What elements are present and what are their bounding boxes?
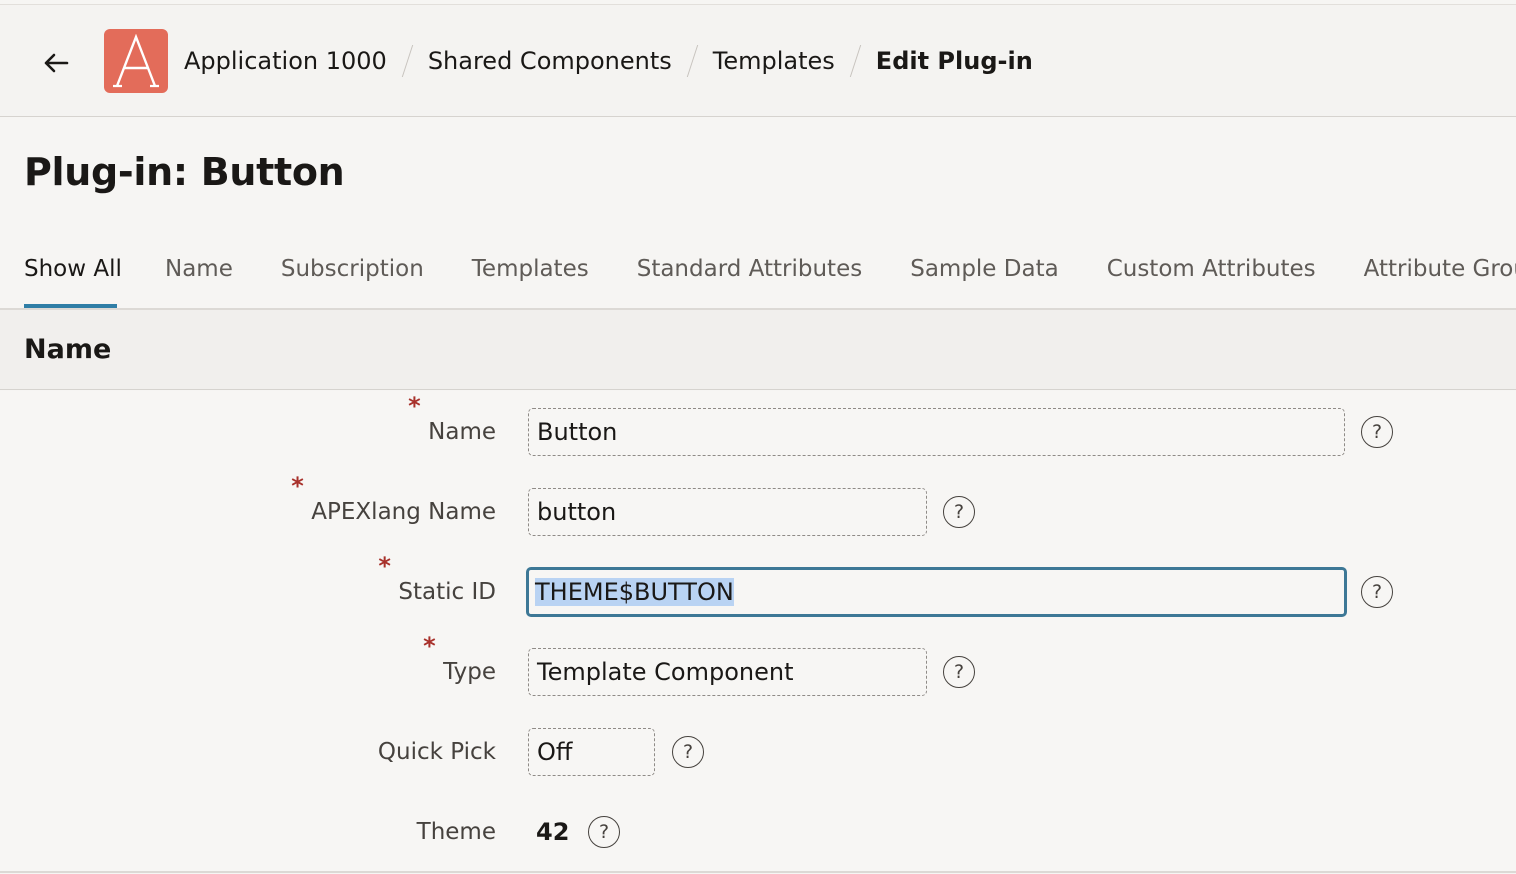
name-label: * Name [408, 392, 496, 445]
breadcrumb: Application 1000 Shared Components Templ… [184, 41, 1033, 81]
breadcrumb-templates[interactable]: Templates [713, 47, 835, 75]
name-input[interactable]: Button [528, 408, 1345, 456]
tab-custom-attributes[interactable]: Custom Attributes [1107, 248, 1316, 308]
name-form: * Name Button ? * APEXlang Name button ?… [0, 391, 1516, 871]
apexlang-name-help-icon[interactable]: ? [943, 496, 975, 528]
apexlang-name-label: * APEXlang Name [291, 472, 496, 525]
required-indicator: * [378, 552, 391, 580]
back-button[interactable] [36, 43, 76, 83]
form-row-type: * Type Template Component ? [0, 632, 1516, 696]
theme-label: Theme [416, 819, 496, 845]
breadcrumb-separator [686, 43, 700, 79]
tab-standard-attributes[interactable]: Standard Attributes [637, 248, 863, 308]
form-row-theme: Theme 42 ? [0, 808, 1516, 856]
quick-pick-label: Quick Pick [377, 739, 496, 765]
app-logo-icon [113, 34, 159, 88]
form-row-apexlang-name: * APEXlang Name button ? [0, 472, 1516, 536]
app-logo[interactable] [104, 29, 168, 93]
breadcrumb-edit-plugin: Edit Plug-in [875, 47, 1033, 75]
quick-pick-input[interactable]: Off [528, 728, 655, 776]
bottom-divider [0, 871, 1516, 873]
required-indicator: * [291, 472, 304, 500]
tab-bar: Show All Name Subscription Templates Sta… [24, 248, 1516, 308]
form-row-name: * Name Button ? [0, 392, 1516, 456]
static-id-input[interactable]: THEME$BUTTON [526, 567, 1347, 617]
tab-name[interactable]: Name [165, 248, 233, 308]
quick-pick-help-icon[interactable]: ? [672, 736, 704, 768]
tab-subscription[interactable]: Subscription [281, 248, 424, 308]
breadcrumb-separator [849, 43, 863, 79]
name-help-icon[interactable]: ? [1361, 416, 1393, 448]
tab-show-all[interactable]: Show All [24, 248, 122, 308]
arrow-left-icon [44, 53, 69, 73]
required-indicator: * [423, 632, 436, 660]
section-header: Name [0, 310, 1516, 390]
type-help-icon[interactable]: ? [943, 656, 975, 688]
static-id-selected-text: THEME$BUTTON [535, 578, 734, 606]
required-indicator: * [408, 392, 421, 420]
static-id-label: * Static ID [378, 552, 496, 605]
tab-attribute-groups[interactable]: Attribute Groups [1364, 248, 1516, 308]
theme-help-icon[interactable]: ? [588, 816, 620, 848]
tab-sample-data[interactable]: Sample Data [910, 248, 1058, 308]
breadcrumb-application[interactable]: Application 1000 [184, 47, 387, 75]
breadcrumb-shared-components[interactable]: Shared Components [428, 47, 672, 75]
breadcrumb-separator [401, 43, 415, 79]
tab-templates[interactable]: Templates [472, 248, 589, 308]
form-row-static-id: * Static ID THEME$BUTTON ? [0, 552, 1516, 617]
static-id-help-icon[interactable]: ? [1361, 576, 1393, 608]
top-bar: Application 1000 Shared Components Templ… [0, 4, 1516, 117]
form-row-quick-pick: Quick Pick Off ? [0, 728, 1516, 776]
type-input[interactable]: Template Component [528, 648, 927, 696]
apexlang-name-input[interactable]: button [528, 488, 927, 536]
section-title: Name [24, 334, 112, 365]
type-label: * Type [423, 632, 496, 685]
page-title: Plug-in: Button [24, 150, 345, 194]
theme-value: 42 [536, 818, 570, 846]
